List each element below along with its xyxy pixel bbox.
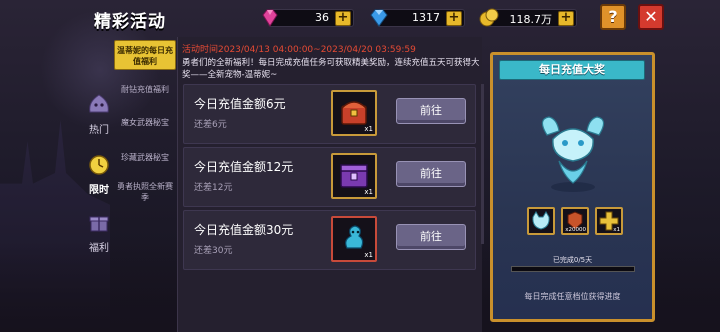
task-name: 今日充值金额12元 bbox=[194, 160, 294, 174]
add-gems-button[interactable]: + bbox=[335, 11, 351, 26]
close-button[interactable]: ✕ bbox=[638, 4, 664, 30]
subnav-witch-weapon[interactable]: 魔女武器秘宝 bbox=[114, 117, 176, 128]
gold-counter: 118.7万 + bbox=[479, 8, 577, 27]
go-button[interactable]: 前往 bbox=[396, 161, 466, 187]
diamond-counter: 1317 + bbox=[370, 9, 465, 27]
main-nav-hot[interactable]: 热门 bbox=[80, 92, 118, 136]
pink-gem-icon bbox=[262, 9, 278, 27]
main-nav-welfare-label: 福利 bbox=[89, 243, 109, 254]
task-name: 今日充值金额6元 bbox=[194, 97, 286, 111]
grand-reward-quantity: x20000 bbox=[565, 227, 586, 233]
undine-pet-icon bbox=[541, 116, 605, 192]
task-remain: 还差12元 bbox=[194, 183, 233, 193]
grand-reward-slot[interactable]: x1 bbox=[595, 207, 623, 235]
reward-quantity: x1 bbox=[364, 188, 373, 196]
slime-icon bbox=[89, 94, 109, 113]
progress-bar bbox=[511, 266, 635, 272]
reward-slot[interactable]: x1 bbox=[331, 153, 377, 199]
add-diamonds-button[interactable]: + bbox=[446, 11, 462, 26]
reward-slot[interactable]: x1 bbox=[331, 216, 377, 262]
main-nav-limited-label: 限时 bbox=[89, 185, 109, 196]
gold-coin-icon bbox=[479, 8, 499, 27]
gold-count: 118.7万 bbox=[509, 13, 553, 26]
main-nav-welfare[interactable]: 福利 bbox=[80, 210, 118, 254]
task-row: 今日充值金额30元 还差30元 x1 前往 bbox=[183, 210, 476, 270]
page-title: 精彩活动 bbox=[94, 12, 166, 32]
activity-description: 勇者们的全新福利！每日完成充值任务可获取精美奖励，连续充值五天可获得大奖——全新… bbox=[182, 58, 480, 80]
clock-icon bbox=[89, 155, 109, 175]
add-gold-button[interactable]: + bbox=[558, 11, 574, 26]
grand-reward-slot[interactable]: x20000 bbox=[561, 207, 589, 235]
task-name: 今日充值金额30元 bbox=[194, 223, 294, 237]
grand-prize-footer: 每日完成任意档位获得进度 bbox=[524, 292, 621, 301]
reward-quantity: x1 bbox=[364, 125, 373, 133]
task-remain: 还差30元 bbox=[194, 246, 233, 256]
gem-counter: 36 + bbox=[262, 9, 354, 27]
subnav-daily-recharge[interactable]: 温蒂妮的每日充值福利 bbox=[114, 40, 176, 70]
main-nav-hot-label: 热门 bbox=[89, 125, 109, 136]
help-button[interactable]: ? bbox=[600, 4, 626, 30]
gem-count: 36 bbox=[315, 11, 329, 24]
go-button[interactable]: 前往 bbox=[396, 224, 466, 250]
subnav-diamond-recharge[interactable]: 耐钻充值福利 bbox=[114, 84, 176, 95]
subnav-hero-license[interactable]: 勇者执照全新赛季 bbox=[114, 181, 176, 203]
grand-reward-slot[interactable] bbox=[527, 207, 555, 235]
activity-period: 活动时间2023/04/13 04:00:00~2023/04/20 03:59… bbox=[182, 45, 416, 55]
pet-fox-icon bbox=[532, 211, 550, 230]
grand-prize-card: 每日充值大奖 x20000 x1 已完成0/5天 每日完成任意档位获得进度 bbox=[490, 52, 655, 322]
grand-prize-title: 每日充值大奖 bbox=[499, 60, 645, 80]
task-remain: 还差6元 bbox=[194, 120, 227, 130]
task-list-scrollbar[interactable] bbox=[481, 84, 484, 244]
reward-quantity: x1 bbox=[364, 251, 373, 259]
gift-icon bbox=[89, 216, 109, 232]
blue-diamond-icon bbox=[370, 9, 388, 27]
task-row: 今日充值金额12元 还差12元 x1 前往 bbox=[183, 147, 476, 207]
progress-text: 已完成0/5天 bbox=[552, 256, 593, 264]
subnav-collection-weapon[interactable]: 珍藏武器秘宝 bbox=[114, 152, 176, 163]
grand-reward-quantity: x1 bbox=[613, 227, 620, 233]
reward-slot[interactable]: x1 bbox=[331, 90, 377, 136]
main-nav-limited[interactable]: 限时 bbox=[80, 152, 118, 196]
diamond-count: 1317 bbox=[412, 11, 440, 24]
task-row: 今日充值金额6元 还差6元 x1 前往 bbox=[183, 84, 476, 144]
go-button[interactable]: 前往 bbox=[396, 98, 466, 124]
